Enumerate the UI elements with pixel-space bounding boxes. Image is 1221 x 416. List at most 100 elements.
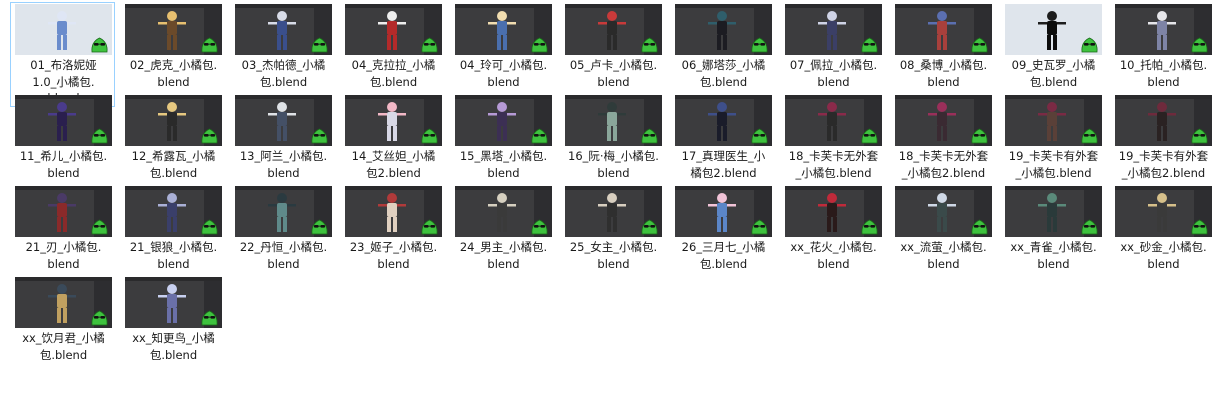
file-item[interactable]: 14_艾丝妲_小橘 包2.blend xyxy=(340,93,445,198)
green-blob-mascot-icon xyxy=(971,37,988,53)
character-model-icon xyxy=(818,11,846,50)
file-name-label: xx_砂金_小橘包.blend xyxy=(1113,239,1214,272)
file-name-line: 17_真理医生_小 xyxy=(681,149,766,163)
viewport-header xyxy=(125,95,222,99)
file-item[interactable]: 21_银狼_小橘包. blend xyxy=(120,184,225,289)
file-item[interactable]: 04_玲可_小橘包. blend xyxy=(450,2,555,107)
file-item[interactable]: 06_娜塔莎_小橘 包.blend xyxy=(670,2,775,107)
green-blob-mascot-icon xyxy=(311,128,328,144)
file-item[interactable]: xx_饮月君_小橘 包.blend xyxy=(10,275,115,380)
character-model-icon xyxy=(1038,102,1066,141)
green-blob-mascot-icon xyxy=(641,219,658,235)
file-item[interactable]: 10_托帕_小橘包. blend xyxy=(1110,2,1215,107)
file-item[interactable]: 23_姬子_小橘包. blend xyxy=(340,184,445,289)
file-name-line: 18_卡芙卡无外套 xyxy=(898,149,989,163)
viewport-header xyxy=(15,186,112,190)
file-name-line: 10_托帕_小橘包. xyxy=(1119,58,1208,72)
file-name-line: 09_史瓦罗_小橘 xyxy=(1011,58,1096,72)
file-name-line: 包.blend xyxy=(699,256,748,271)
file-name-label: 02_虎克_小橘包. blend xyxy=(123,57,224,90)
file-item[interactable]: 25_女主_小橘包. blend xyxy=(560,184,665,289)
file-item[interactable]: 04_克拉拉_小橘 包.blend xyxy=(340,2,445,107)
file-item[interactable]: 09_史瓦罗_小橘 包.blend xyxy=(1000,2,1105,107)
character-model-icon xyxy=(158,284,186,323)
file-thumbnail xyxy=(895,4,992,55)
green-blob-mascot-icon xyxy=(311,37,328,53)
viewport-header xyxy=(125,4,222,8)
file-thumbnail xyxy=(565,95,662,146)
file-name-line: blend xyxy=(47,256,80,271)
green-blob-mascot-icon xyxy=(641,128,658,144)
character-model-icon xyxy=(1148,102,1176,141)
file-thumbnail xyxy=(455,4,552,55)
file-item[interactable]: 18_卡芙卡无外套 _小橘包2.blend xyxy=(890,93,995,198)
file-item[interactable]: 03_杰帕德_小橘 包.blend xyxy=(230,2,335,107)
file-name-line: 包.blend xyxy=(369,74,418,89)
file-name-label: 10_托帕_小橘包. blend xyxy=(1113,57,1214,90)
file-item[interactable]: 08_桑博_小橘包. blend xyxy=(890,2,995,107)
file-name-line: 26_三月七_小橘 xyxy=(681,240,766,254)
viewport-header xyxy=(1115,186,1212,190)
file-item[interactable]: 13_阿兰_小橘包. blend xyxy=(230,93,335,198)
file-name-line: blend xyxy=(817,74,850,89)
viewport-header xyxy=(895,4,992,8)
file-name-line: blend xyxy=(487,165,520,180)
file-name-line: blend xyxy=(1147,256,1180,271)
file-item[interactable]: 22_丹恒_小橘包. blend xyxy=(230,184,335,289)
viewport-header xyxy=(675,95,772,99)
file-item[interactable]: 05_卢卡_小橘包. blend xyxy=(560,2,665,107)
viewport-header xyxy=(125,277,222,281)
file-name-label: 03_杰帕德_小橘 包.blend xyxy=(233,57,334,90)
file-item[interactable]: 01_布洛妮娅1.0_小橘包.blend xyxy=(10,2,115,107)
file-name-line: 15_黑塔_小橘包. xyxy=(459,149,548,163)
file-item[interactable]: 18_卡芙卡无外套 _小橘包.blend xyxy=(780,93,885,198)
file-item[interactable]: 24_男主_小橘包. blend xyxy=(450,184,555,289)
file-item[interactable]: 19_卡芙卡有外套 _小橘包.blend xyxy=(1000,93,1105,198)
viewport-header xyxy=(455,95,552,99)
viewport-header xyxy=(345,4,442,8)
file-item[interactable]: 16_阮·梅_小橘包. blend xyxy=(560,93,665,198)
file-item[interactable]: 21_刃_小橘包. blend xyxy=(10,184,115,289)
character-model-icon xyxy=(158,102,186,141)
file-thumbnail xyxy=(1005,95,1102,146)
file-thumbnail xyxy=(125,95,222,146)
file-item[interactable]: xx_知更鸟_小橘 包.blend xyxy=(120,275,225,380)
file-item[interactable]: 02_虎克_小橘包. blend xyxy=(120,2,225,107)
green-blob-mascot-icon xyxy=(91,219,108,235)
file-thumbnail xyxy=(345,4,442,55)
file-item[interactable]: 11_希儿_小橘包. blend xyxy=(10,93,115,198)
file-item[interactable]: xx_流萤_小橘包. blend xyxy=(890,184,995,289)
file-thumbnail xyxy=(235,186,332,237)
file-thumbnail xyxy=(15,277,112,328)
character-model-icon xyxy=(48,102,76,141)
file-item[interactable]: 26_三月七_小橘 包.blend xyxy=(670,184,775,289)
file-name-label: xx_青雀_小橘包. blend xyxy=(1003,239,1104,272)
file-item[interactable]: 19_卡芙卡有外套 _小橘包2.blend xyxy=(1110,93,1215,198)
file-grid: 01_布洛妮娅1.0_小橘包.blend02_虎克_小橘包.blend 03_杰帕… xyxy=(10,2,1220,366)
file-name-line: blend xyxy=(817,256,850,271)
green-blob-mascot-icon xyxy=(201,37,218,53)
character-model-icon xyxy=(268,11,296,50)
file-name-line: xx_砂金_小橘包. xyxy=(1120,240,1207,254)
file-item[interactable]: xx_花火_小橘包. blend xyxy=(780,184,885,289)
file-name-label: 19_卡芙卡有外套 _小橘包2.blend xyxy=(1113,148,1214,181)
file-name-label: xx_知更鸟_小橘 包.blend xyxy=(123,330,224,363)
character-model-icon xyxy=(928,102,956,141)
viewport-header xyxy=(1005,95,1102,99)
viewport-header xyxy=(1115,95,1212,99)
green-blob-mascot-icon xyxy=(1081,219,1098,235)
file-name-line: xx_知更鸟_小橘 xyxy=(132,331,215,345)
character-model-icon xyxy=(488,102,516,141)
file-name-label: 11_希儿_小橘包. blend xyxy=(13,148,114,181)
file-item[interactable]: 12_希露瓦_小橘 包.blend xyxy=(120,93,225,198)
file-item[interactable]: 07_佩拉_小橘包. blend xyxy=(780,2,885,107)
file-item[interactable]: 17_真理医生_小 橘包2.blend xyxy=(670,93,775,198)
file-name-line: 18_卡芙卡无外套 xyxy=(788,149,879,163)
file-name-label: xx_流萤_小橘包. blend xyxy=(893,239,994,272)
file-item[interactable]: xx_砂金_小橘包.blend xyxy=(1110,184,1215,289)
file-item[interactable]: 15_黑塔_小橘包.blend xyxy=(450,93,555,198)
file-item[interactable]: xx_青雀_小橘包. blend xyxy=(1000,184,1105,289)
character-model-icon xyxy=(928,193,956,232)
file-thumbnail xyxy=(455,186,552,237)
file-thumbnail xyxy=(1115,186,1212,237)
